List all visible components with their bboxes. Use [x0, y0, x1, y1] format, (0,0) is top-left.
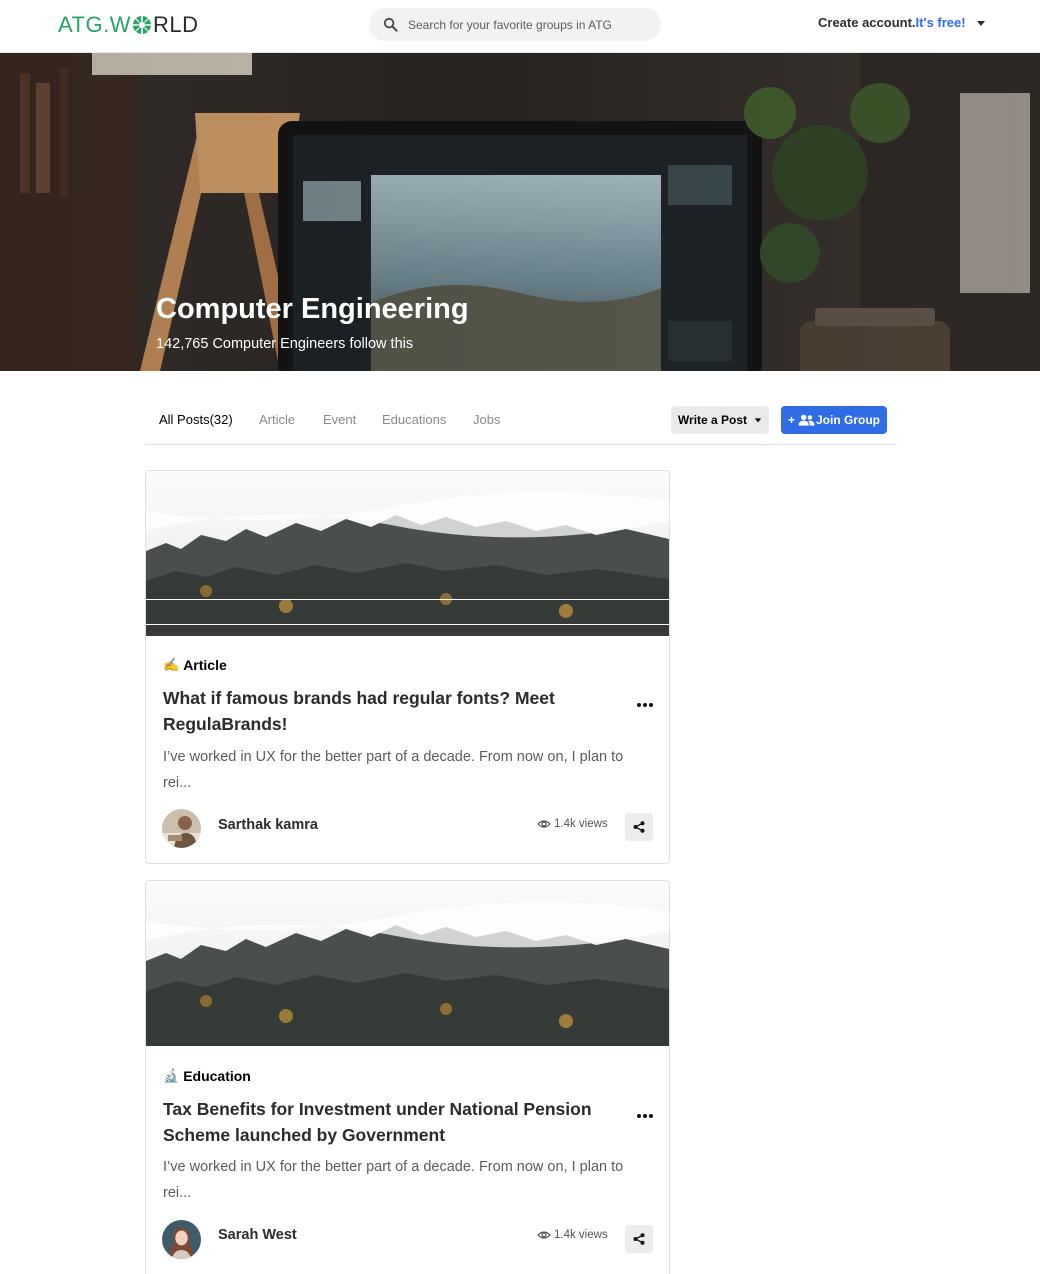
search-input[interactable]: [408, 17, 648, 32]
share-icon: [633, 1233, 645, 1245]
logo-text-part2: RLD: [152, 12, 199, 37]
microscope-icon: 🔬: [163, 1068, 180, 1083]
tab-educations[interactable]: Educations: [382, 412, 446, 427]
post-cover-image: [146, 881, 669, 1046]
logo-text-part1: ATG.W: [58, 12, 131, 37]
create-account-highlight: It's free!: [915, 15, 966, 30]
write-post-button[interactable]: Write a Post: [671, 406, 769, 434]
view-count-label: 1.4k views: [554, 818, 608, 830]
join-group-label: Join Group: [816, 413, 880, 427]
view-count-label: 1.4k views: [554, 1229, 608, 1241]
top-navbar: ATG.W RLD Create account. It's free!: [0, 0, 1040, 53]
post-card[interactable]: 🔬 Education Tax Benefits for Investment …: [145, 880, 670, 1274]
globe-icon: [132, 16, 151, 34]
caret-down-icon: [976, 20, 985, 26]
more-options-icon[interactable]: [636, 1112, 654, 1120]
author-name[interactable]: Sarthak kamra: [218, 817, 318, 833]
post-card[interactable]: ✍️ Article What if famous brands had reg…: [145, 470, 670, 864]
more-options-icon[interactable]: [636, 701, 654, 709]
pencil-icon: ✍️: [163, 657, 180, 672]
search-icon: [383, 17, 398, 32]
eye-icon: [537, 1231, 551, 1239]
tab-article[interactable]: Article: [259, 412, 295, 427]
avatar-image: [162, 1220, 201, 1259]
author-avatar[interactable]: [162, 809, 201, 848]
search-bar[interactable]: [369, 8, 661, 41]
group-follower-count: 142,765 Computer Engineers follow this: [156, 336, 414, 352]
create-account-menu[interactable]: Create account. It's free!: [818, 15, 986, 30]
view-count: 1.4k views: [537, 1229, 608, 1241]
avatar-image: [162, 809, 201, 848]
share-button[interactable]: [625, 813, 653, 841]
post-title[interactable]: What if famous brands had regular fonts?…: [163, 685, 593, 737]
users-icon: [798, 414, 815, 426]
tab-all-posts[interactable]: All Posts(32): [159, 412, 233, 427]
post-category: 🔬 Education: [163, 1068, 251, 1084]
post-filter-tabs: All Posts(32) Article Event Educations J…: [145, 398, 895, 445]
eye-icon: [537, 820, 551, 828]
post-cover-image: [146, 471, 669, 636]
author-name[interactable]: Sarah West: [218, 1227, 297, 1243]
view-count: 1.4k views: [537, 818, 608, 830]
share-button[interactable]: [625, 1225, 653, 1253]
post-category-label: Education: [183, 1068, 251, 1084]
post-excerpt: I’ve worked in UX for the better part of…: [163, 749, 624, 791]
create-account-label: Create account.: [818, 15, 916, 30]
tab-event[interactable]: Event: [323, 412, 356, 427]
join-group-button[interactable]: + Join Group: [781, 406, 887, 434]
author-avatar[interactable]: [162, 1220, 201, 1259]
post-excerpt: I’ve worked in UX for the better part of…: [163, 1159, 624, 1201]
post-category: ✍️ Article: [163, 657, 227, 673]
write-post-label: Write a Post: [677, 413, 748, 427]
join-group-plus: +: [787, 413, 795, 427]
post-category-label: Article: [183, 657, 227, 673]
atg-world-logo[interactable]: ATG.W RLD: [58, 12, 198, 38]
post-title[interactable]: Tax Benefits for Investment under Nation…: [163, 1096, 593, 1148]
caret-down-icon: [754, 418, 762, 423]
share-icon: [633, 821, 645, 833]
group-hero-banner: Computer Engineering 142,765 Computer En…: [0, 53, 1040, 371]
group-title: Computer Engineering: [156, 293, 469, 325]
tab-jobs[interactable]: Jobs: [473, 412, 500, 427]
